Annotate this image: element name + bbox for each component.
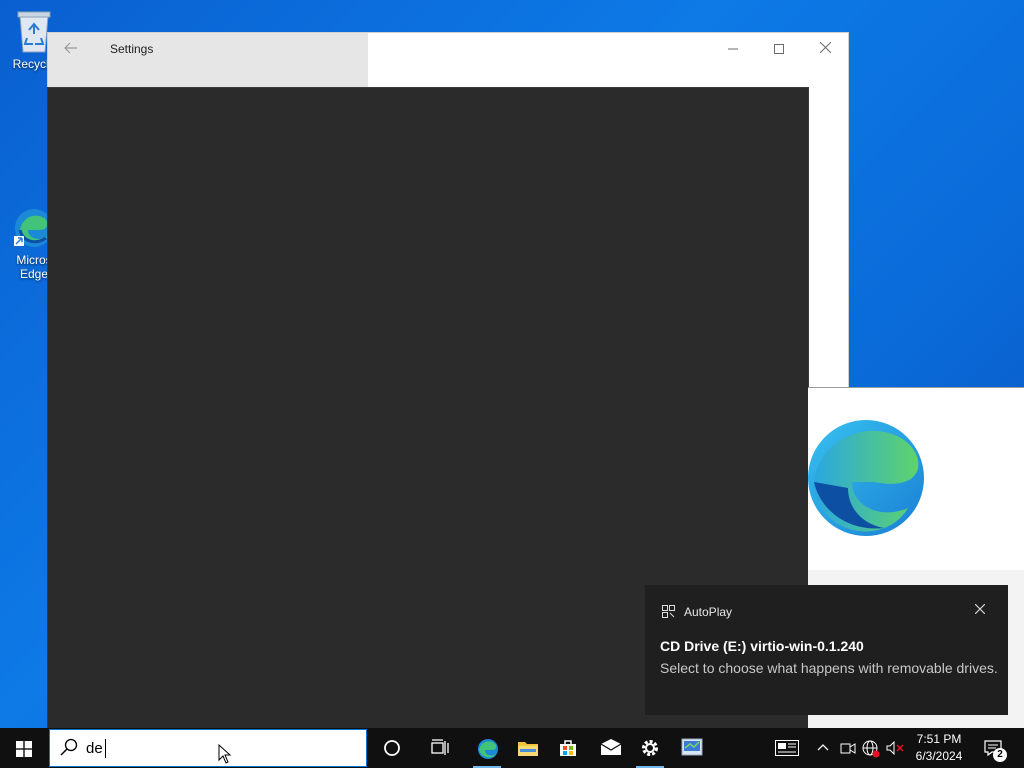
minimize-icon (728, 48, 738, 50)
store-icon (560, 740, 576, 756)
taskbar-file-explorer[interactable] (507, 728, 547, 768)
taskbar: 7:51 PM 6/3/2024 2 (0, 728, 1024, 768)
clock-time: 7:51 PM (916, 732, 962, 746)
cortana-icon (384, 740, 400, 756)
notification-count-badge: 2 (993, 748, 1007, 762)
close-button[interactable] (802, 33, 848, 65)
taskbar-settings[interactable] (630, 728, 670, 768)
network-button[interactable] (860, 728, 882, 768)
control-panel-icon (681, 738, 703, 756)
maximize-button[interactable] (756, 33, 802, 65)
news-button[interactable] (772, 728, 802, 768)
taskbar-search-box[interactable] (49, 729, 367, 767)
autoplay-notification[interactable]: AutoPlay CD Drive (E:) virtio-win-0.1.24… (645, 585, 1008, 715)
cortana-button[interactable] (372, 728, 412, 768)
task-view-icon (431, 739, 449, 755)
edge-logo-icon (808, 420, 924, 536)
edge-icon (478, 739, 498, 759)
search-input[interactable] (86, 736, 346, 760)
toast-body: Select to choose what happens with remov… (660, 660, 998, 676)
window-title: Settings (110, 42, 154, 56)
maximize-icon (774, 44, 784, 54)
file-explorer-icon (518, 742, 538, 756)
desktop-icon-label: Micros Edge (16, 253, 52, 281)
task-view-button[interactable] (420, 728, 460, 768)
settings-gear-icon (642, 740, 658, 756)
chevron-up-icon (817, 744, 829, 751)
volume-muted-icon (886, 741, 904, 755)
autoplay-icon (662, 605, 675, 618)
close-icon (819, 41, 831, 54)
search-icon (60, 738, 78, 756)
minimize-button[interactable] (710, 33, 756, 65)
toast-close-button[interactable] (971, 601, 989, 619)
taskbar-control-panel[interactable] (671, 728, 711, 768)
news-icon (775, 740, 799, 756)
taskbar-clock[interactable]: 7:51 PM 6/3/2024 (908, 731, 970, 765)
windows-logo-icon (16, 741, 32, 757)
clock-date: 6/3/2024 (915, 749, 963, 763)
back-arrow-icon (64, 42, 77, 54)
toast-title: CD Drive (E:) virtio-win-0.1.240 (660, 638, 864, 654)
show-hidden-icons-button[interactable] (812, 728, 834, 768)
text-caret (105, 739, 106, 758)
network-icon (862, 740, 880, 758)
close-icon (974, 603, 986, 615)
back-button[interactable] (58, 39, 84, 61)
taskbar-edge[interactable] (467, 728, 507, 768)
start-button[interactable] (0, 728, 48, 768)
volume-button[interactable] (884, 728, 906, 768)
taskbar-store[interactable] (548, 728, 588, 768)
taskbar-mail[interactable] (590, 728, 630, 768)
mouse-pointer-icon (218, 744, 232, 764)
meet-now-icon (840, 743, 856, 754)
meet-now-button[interactable] (838, 728, 858, 768)
mail-icon (600, 739, 622, 755)
settings-left-pane (48, 33, 368, 87)
toast-app-name: AutoPlay (684, 605, 733, 619)
